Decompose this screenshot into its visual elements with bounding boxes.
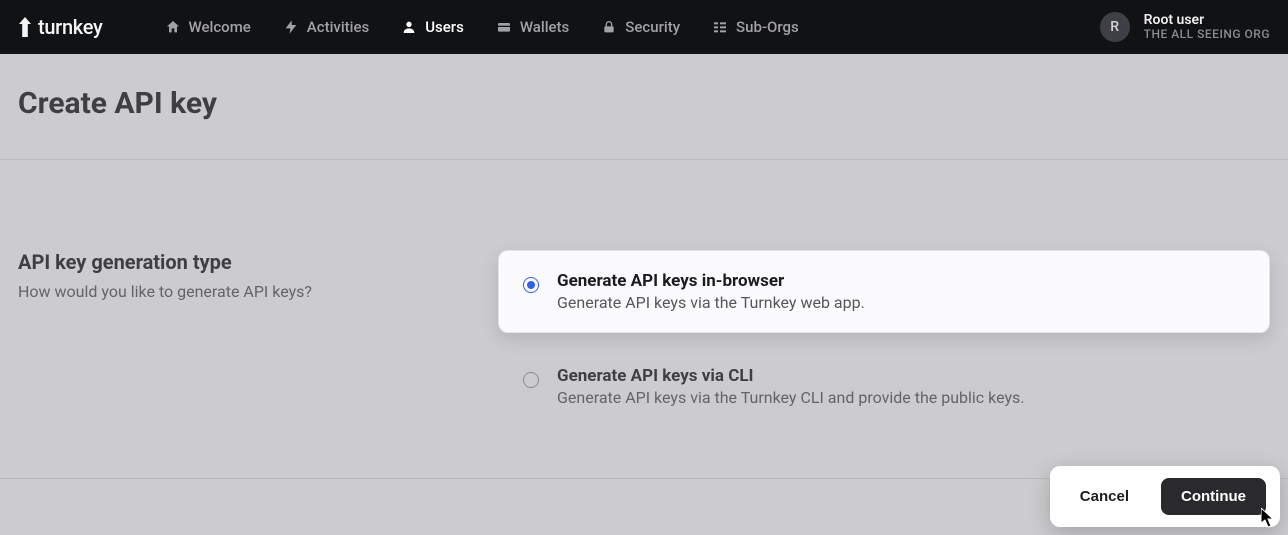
nav-label: Sub-Orgs bbox=[736, 18, 799, 36]
section-heading: API key generation type bbox=[18, 250, 458, 274]
user-name: Root user bbox=[1144, 12, 1270, 28]
user-texts: Root user THE ALL SEEING ORG bbox=[1144, 12, 1270, 42]
nav-security[interactable]: Security bbox=[587, 12, 694, 42]
generation-options: Generate API keys in-browser Generate AP… bbox=[498, 250, 1270, 428]
option-title: Generate API keys in-browser bbox=[557, 271, 865, 291]
option-desc: Generate API keys via the Turnkey CLI an… bbox=[557, 388, 1025, 407]
api-key-generation-section: API key generation type How would you li… bbox=[0, 160, 1288, 479]
nav-label: Wallets bbox=[520, 18, 569, 36]
wallet-icon bbox=[496, 19, 512, 35]
user-icon bbox=[401, 19, 417, 35]
brand-logo[interactable]: turnkey bbox=[18, 15, 103, 39]
section-subheading: How would you like to generate API keys? bbox=[18, 282, 458, 301]
user-menu[interactable]: R Root user THE ALL SEEING ORG bbox=[1100, 12, 1270, 42]
brand-mark-icon bbox=[18, 17, 32, 37]
home-icon bbox=[165, 19, 181, 35]
option-title: Generate API keys via CLI bbox=[557, 366, 1025, 386]
top-nav: turnkey Welcome Activities Users Wallets… bbox=[0, 0, 1288, 54]
nav-activities[interactable]: Activities bbox=[269, 12, 383, 42]
user-org: THE ALL SEEING ORG bbox=[1144, 28, 1270, 42]
section-intro: API key generation type How would you li… bbox=[18, 250, 458, 428]
suborgs-icon bbox=[712, 19, 728, 35]
nav-welcome[interactable]: Welcome bbox=[151, 12, 265, 42]
nav-label: Activities bbox=[307, 18, 369, 36]
nav-label: Users bbox=[425, 18, 464, 36]
option-desc: Generate API keys via the Turnkey web ap… bbox=[557, 293, 865, 312]
option-via-cli[interactable]: Generate API keys via CLI Generate API k… bbox=[498, 345, 1270, 428]
nav-label: Security bbox=[625, 18, 680, 36]
primary-nav: Welcome Activities Users Wallets Securit… bbox=[151, 12, 813, 42]
nav-label: Welcome bbox=[189, 18, 251, 36]
action-bar: Cancel Continue bbox=[1050, 466, 1280, 527]
nav-users[interactable]: Users bbox=[387, 12, 478, 42]
lock-icon bbox=[601, 19, 617, 35]
continue-button[interactable]: Continue bbox=[1161, 478, 1266, 515]
nav-wallets[interactable]: Wallets bbox=[482, 12, 583, 42]
brand-name: turnkey bbox=[38, 15, 103, 39]
avatar: R bbox=[1100, 12, 1130, 42]
page-header: Create API key bbox=[0, 54, 1288, 160]
option-in-browser-radio[interactable] bbox=[523, 277, 539, 293]
avatar-initial: R bbox=[1110, 19, 1119, 35]
page-title: Create API key bbox=[18, 86, 1270, 121]
option-in-browser[interactable]: Generate API keys in-browser Generate AP… bbox=[498, 250, 1270, 333]
bolt-icon bbox=[283, 19, 299, 35]
option-via-cli-radio[interactable] bbox=[523, 372, 539, 388]
cancel-button[interactable]: Cancel bbox=[1064, 478, 1145, 515]
nav-suborgs[interactable]: Sub-Orgs bbox=[698, 12, 813, 42]
